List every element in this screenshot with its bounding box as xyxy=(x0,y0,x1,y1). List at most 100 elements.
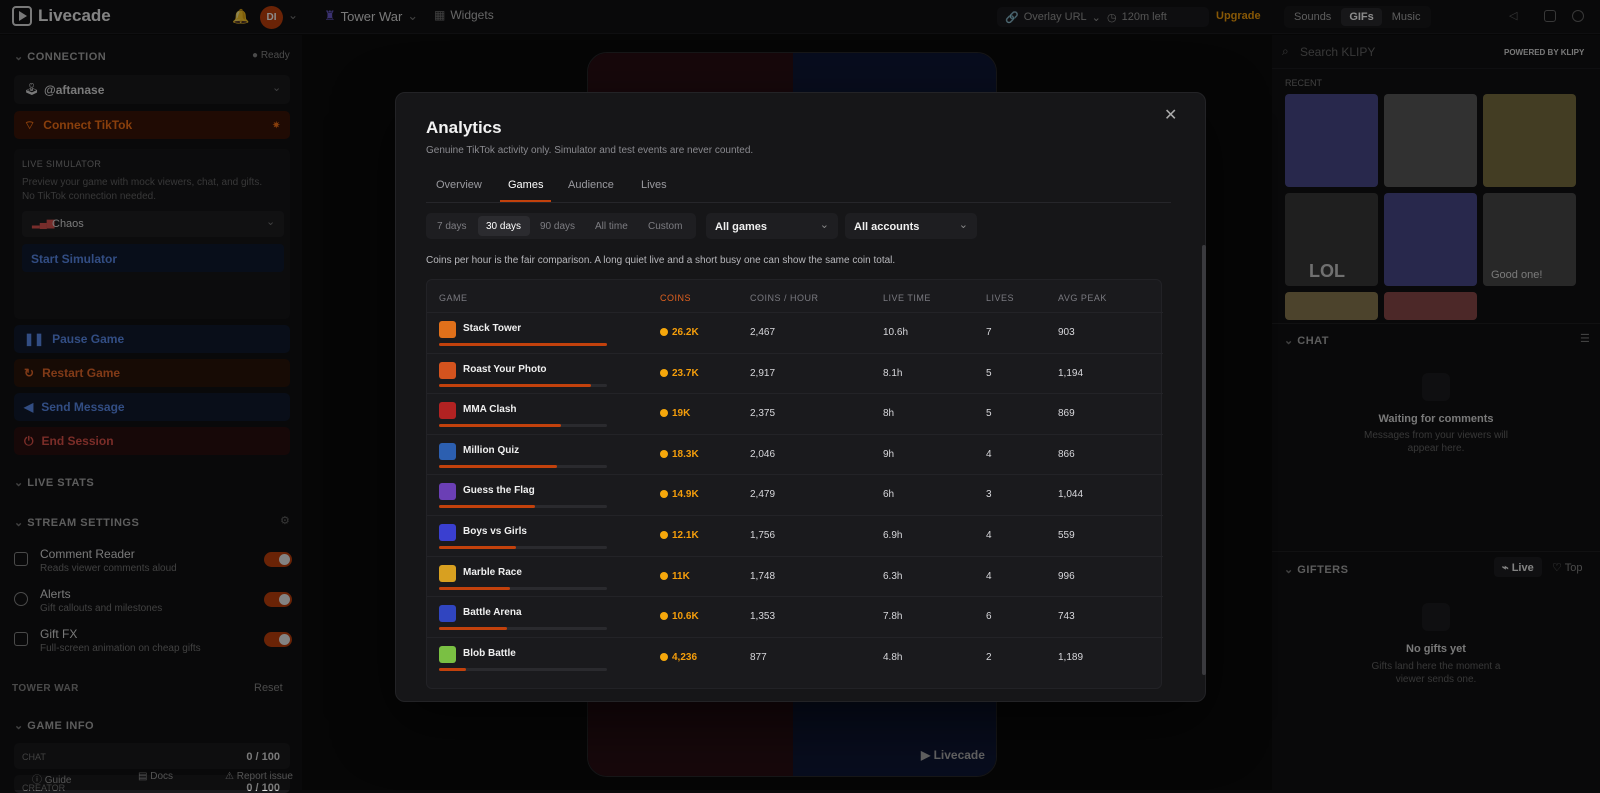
column-header[interactable]: COINS xyxy=(660,293,691,303)
coins-per-hour: 2,046 xyxy=(750,448,776,460)
avg-peak: 743 xyxy=(1058,611,1075,623)
table-row[interactable]: Guess the Flag 14.9K 2,479 6h 3 1,044 xyxy=(427,474,1163,515)
date-range-selector: 7 days 30 days 90 days All time Custom xyxy=(426,213,696,239)
range-custom[interactable]: Custom xyxy=(648,221,682,232)
column-header[interactable]: LIVE TIME xyxy=(883,293,931,303)
range-7-days[interactable]: 7 days xyxy=(437,221,466,232)
analytics-modal: Analytics Genuine TikTok activity only. … xyxy=(395,92,1206,702)
tab-overview[interactable]: Overview xyxy=(436,179,482,191)
table-row[interactable]: Battle Arena 10.6K 1,353 7.8h 6 743 xyxy=(427,596,1163,637)
lives-count: 4 xyxy=(986,570,992,582)
coins-per-hour: 2,479 xyxy=(750,489,776,501)
avg-peak: 1,044 xyxy=(1058,489,1084,501)
game-name: Guess the Flag xyxy=(463,485,535,497)
game-icon xyxy=(439,605,456,623)
coins-value: 23.7K xyxy=(660,368,699,379)
range-90-days[interactable]: 90 days xyxy=(540,221,575,232)
table-row[interactable]: Blob Battle 4,236 877 4.8h 2 1,189 xyxy=(427,636,1163,678)
table-row[interactable]: Million Quiz 18.3K 2,046 9h 4 866 xyxy=(427,433,1163,475)
table-row[interactable]: Marble Race 11K 1,748 6.3h 4 996 xyxy=(427,555,1163,597)
avg-peak: 1,189 xyxy=(1058,651,1084,663)
lives-count: 4 xyxy=(986,530,992,541)
coin-share-bar xyxy=(439,667,466,671)
avg-peak: 903 xyxy=(1058,327,1075,338)
coins-value: 26.2K xyxy=(660,327,699,338)
game-name: Roast Your Photo xyxy=(463,363,547,375)
coin-share-bar xyxy=(439,546,517,549)
coin-share-bar xyxy=(439,464,557,468)
comparison-note: Coins per hour is the fair comparison. A… xyxy=(426,255,896,266)
lives-count: 3 xyxy=(986,489,992,501)
table-row[interactable]: MMA Clash 19K 2,375 8h 5 869 xyxy=(427,393,1163,434)
avg-peak: 869 xyxy=(1058,408,1075,420)
live-time: 6h xyxy=(883,489,895,501)
column-header[interactable]: AVG PEAK xyxy=(1058,293,1107,303)
game-icon xyxy=(439,524,456,541)
game-name: MMA Clash xyxy=(463,404,517,416)
game-icon xyxy=(439,361,456,379)
game-name: Marble Race xyxy=(463,566,522,578)
lives-count: 2 xyxy=(986,651,992,663)
live-time: 6.9h xyxy=(883,530,903,541)
game-icon xyxy=(439,442,456,460)
coins-value: 10.6K xyxy=(660,611,699,622)
range-all-time[interactable]: All time xyxy=(595,221,628,232)
coins-per-hour: 2,467 xyxy=(750,327,776,338)
lives-count: 6 xyxy=(986,611,992,623)
coins-value: 11K xyxy=(660,571,690,582)
game-name: Blob Battle xyxy=(463,647,516,659)
coin-share-bar xyxy=(439,424,561,428)
table-row[interactable]: Stack Tower 26.2K 2,467 10.6h 7 903 xyxy=(427,312,1163,353)
column-header[interactable]: LIVES xyxy=(986,293,1014,303)
table-row[interactable]: Roast Your Photo 23.7K 2,917 8.1h 5 1,194 xyxy=(427,352,1163,394)
table-row[interactable]: Boys vs Girls 12.1K 1,756 6.9h 4 559 xyxy=(427,515,1163,556)
live-time: 6.3h xyxy=(883,570,903,582)
game-icon xyxy=(439,645,456,663)
coin-share-bar xyxy=(439,383,592,387)
game-name: Battle Arena xyxy=(463,607,522,619)
game-icon xyxy=(439,402,456,420)
modal-subtitle: Genuine TikTok activity only. Simulator … xyxy=(426,145,754,156)
modal-title: Analytics xyxy=(426,118,502,137)
coins-per-hour: 1,353 xyxy=(750,611,776,623)
coins-value: 19K xyxy=(660,408,690,419)
coins-value: 14.9K xyxy=(660,489,699,500)
games-filter-select[interactable]: All games xyxy=(706,213,838,239)
analytics-tabs: Overview Games Audience Lives xyxy=(426,177,1171,203)
coins-value: 18.3K xyxy=(660,449,699,460)
tab-games[interactable]: Games xyxy=(499,179,553,202)
avg-peak: 996 xyxy=(1058,570,1075,582)
tab-lives[interactable]: Lives xyxy=(641,179,667,191)
coins-value: 4,236 xyxy=(660,652,697,663)
range-30-days[interactable]: 30 days xyxy=(486,221,521,232)
lives-count: 7 xyxy=(986,327,992,338)
lives-count: 4 xyxy=(986,448,992,460)
avg-peak: 559 xyxy=(1058,530,1075,541)
games-table: GAME COINS COINS / HOUR LIVE TIME LIVES … xyxy=(426,279,1163,689)
tab-audience[interactable]: Audience xyxy=(568,179,614,191)
game-icon xyxy=(439,483,456,501)
live-time: 10.6h xyxy=(883,327,909,338)
coins-per-hour: 877 xyxy=(750,651,767,663)
lives-count: 5 xyxy=(986,367,992,379)
game-name: Boys vs Girls xyxy=(463,526,527,537)
game-icon xyxy=(439,564,456,582)
close-icon[interactable]: ✕ xyxy=(1164,105,1177,125)
coin-share-bar xyxy=(439,627,508,631)
game-icon xyxy=(439,321,456,338)
column-header[interactable]: GAME xyxy=(439,293,468,303)
coin-share-bar xyxy=(439,505,535,509)
lives-count: 5 xyxy=(986,408,992,420)
coin-share-bar xyxy=(439,586,510,590)
modal-scrollbar[interactable] xyxy=(1202,245,1206,675)
coins-value: 12.1K xyxy=(660,530,699,541)
coins-per-hour: 2,375 xyxy=(750,408,776,420)
avg-peak: 866 xyxy=(1058,448,1075,460)
live-time: 8.1h xyxy=(883,367,903,379)
coins-per-hour: 1,748 xyxy=(750,570,776,582)
game-name: Million Quiz xyxy=(463,444,520,456)
game-name: Stack Tower xyxy=(463,323,522,334)
column-header[interactable]: COINS / HOUR xyxy=(750,293,819,303)
live-time: 8h xyxy=(883,408,895,420)
accounts-filter-select[interactable]: All accounts xyxy=(845,213,977,239)
